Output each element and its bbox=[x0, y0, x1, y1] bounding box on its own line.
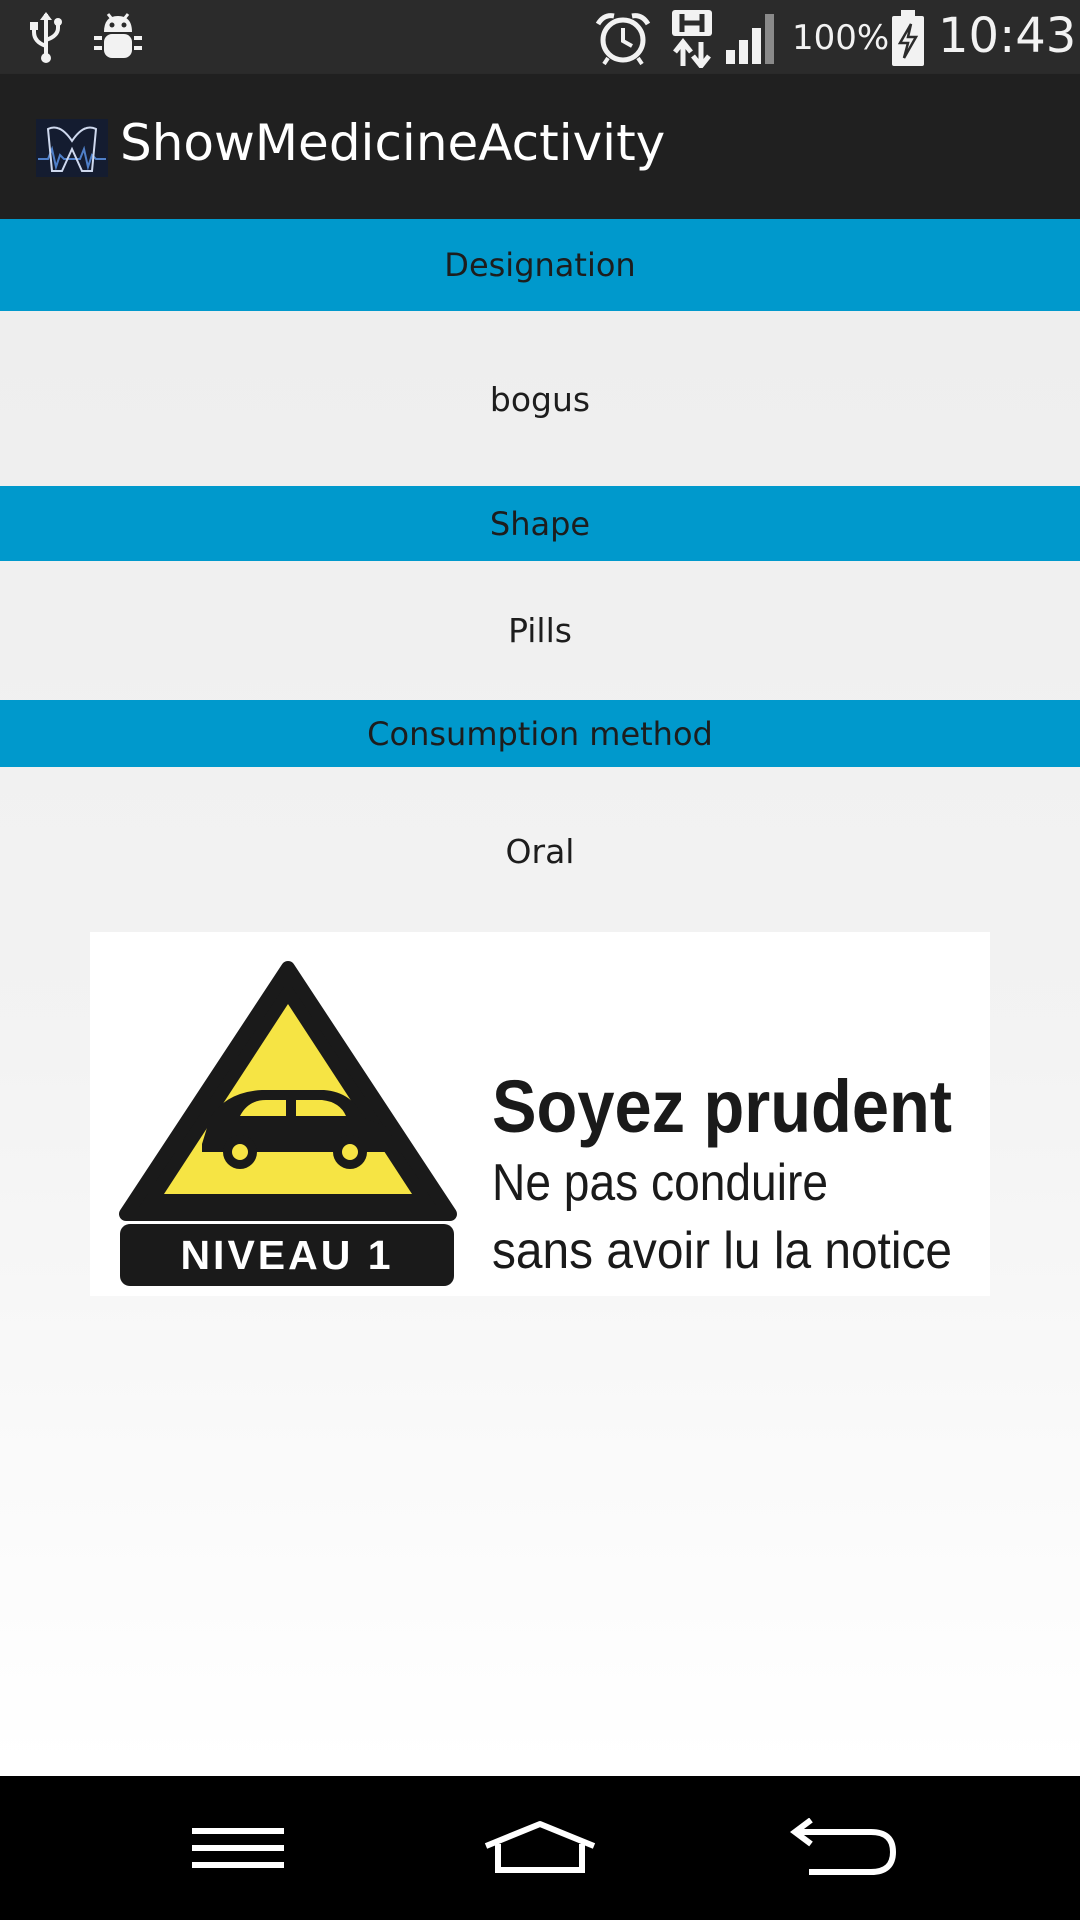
warning-headline: Soyez prudent bbox=[492, 1065, 952, 1148]
battery-percent: 100% bbox=[792, 18, 890, 58]
page-title: ShowMedicineActivity bbox=[120, 114, 666, 172]
designation-value: bogus bbox=[489, 380, 591, 419]
warning-line-2: sans avoir lu la notice bbox=[492, 1222, 952, 1280]
warning-pictogram: NIVEAU 1 Soyez prudent Ne pas conduire s… bbox=[119, 961, 952, 1286]
status-bar: 100% 10:43 bbox=[0, 0, 1080, 74]
designation-header: Designation bbox=[0, 219, 1080, 311]
warning-line-1: Ne pas conduire bbox=[492, 1154, 828, 1212]
consumption-header: Consumption method bbox=[0, 700, 1080, 767]
consumption-value: Oral bbox=[505, 832, 575, 871]
battery-charging-icon bbox=[892, 10, 924, 66]
warning-level-label: NIVEAU 1 bbox=[180, 1232, 393, 1278]
action-bar: ShowMedicineActivity bbox=[0, 74, 1080, 219]
alarm-clock-icon bbox=[595, 13, 651, 66]
menu-icon bbox=[192, 1828, 284, 1868]
shape-value: Pills bbox=[508, 611, 572, 650]
menu-button[interactable] bbox=[118, 1776, 358, 1920]
back-button[interactable] bbox=[724, 1776, 964, 1920]
debug-bug-icon bbox=[94, 13, 142, 58]
hspa-data-icon bbox=[672, 10, 712, 68]
driving-warning-image: NIVEAU 1 Soyez prudent Ne pas conduire s… bbox=[90, 932, 990, 1296]
navigation-bar bbox=[0, 1776, 1080, 1920]
app-logo-icon bbox=[36, 119, 108, 177]
usb-icon bbox=[30, 12, 62, 63]
home-button[interactable] bbox=[420, 1776, 660, 1920]
clock: 10:43 bbox=[938, 8, 1077, 64]
back-icon bbox=[790, 1818, 897, 1875]
designation-label: Designation bbox=[444, 246, 636, 284]
signal-strength-icon bbox=[726, 14, 774, 64]
consumption-label: Consumption method bbox=[367, 714, 713, 753]
shape-header: Shape bbox=[0, 486, 1080, 561]
home-icon bbox=[484, 1821, 596, 1873]
shape-label: Shape bbox=[489, 504, 591, 543]
